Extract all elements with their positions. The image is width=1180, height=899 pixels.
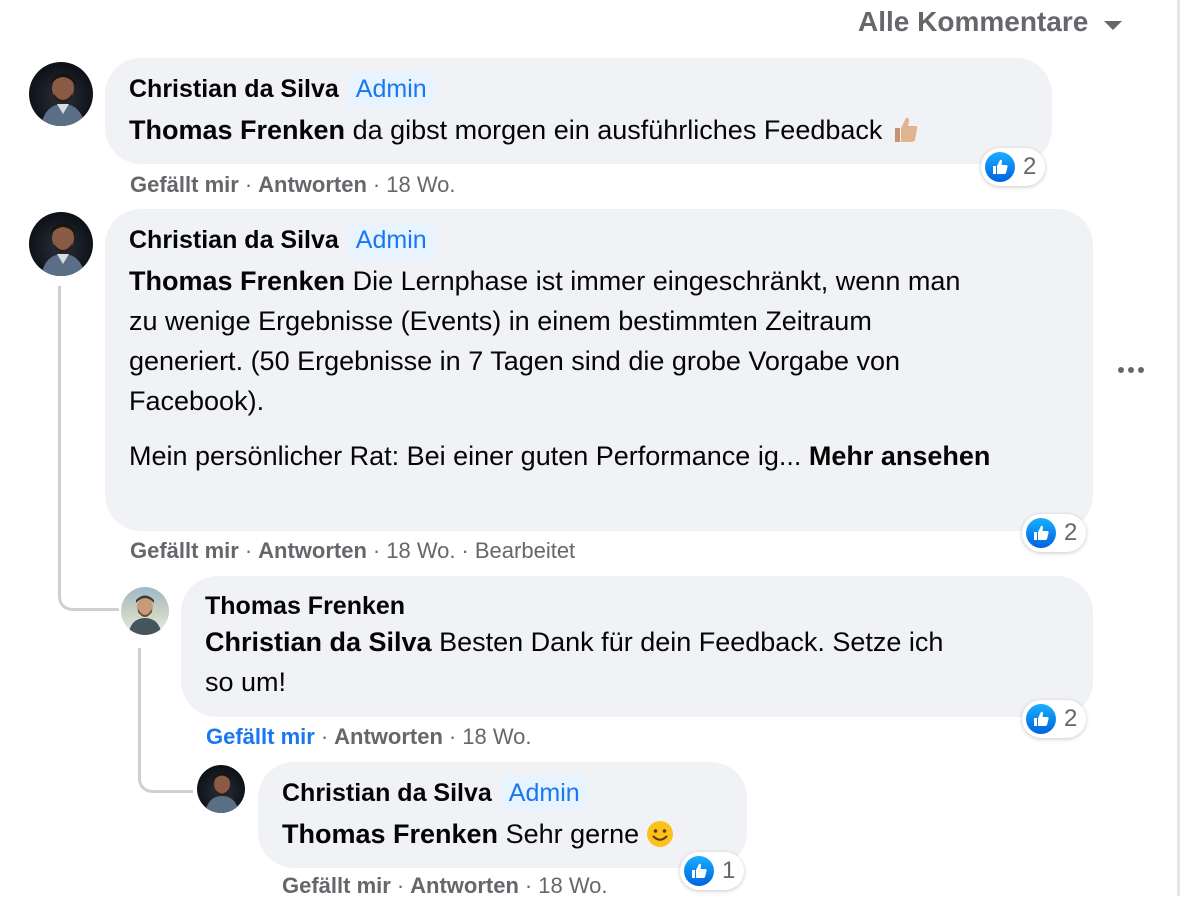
reaction-count: 2 [1023,153,1037,180]
more-options-icon[interactable] [1118,367,1144,373]
mention-link[interactable]: Thomas Frenken [282,819,498,849]
comment-text: Thomas Frenken Sehr gerne [282,814,675,860]
comment-body-line: so um! [205,667,287,697]
person-photo-icon [41,223,85,276]
comment-text: Christian da Silva Besten Dank für dein … [205,622,1085,702]
reply-button[interactable]: Antworten [258,538,367,563]
like-icon [1026,518,1056,548]
like-button[interactable]: Gefällt mir [130,172,239,197]
like-button[interactable]: Gefällt mir [282,873,391,898]
comment-text: Thomas Frenken da gibst morgen ein ausfü… [129,110,920,156]
person-photo-icon [128,595,162,635]
comment-body: Sehr gerne [505,819,640,849]
reaction-summary[interactable]: 2 [1022,700,1087,738]
comment-bubble: Thomas Frenken Christian da Silva Besten… [181,576,1093,717]
comment-body-line: generiert. (50 Ergebnisse in 7 Tagen sin… [129,346,901,376]
reply-button[interactable]: Antworten [410,873,519,898]
reaction-summary[interactable]: 2 [981,148,1046,186]
thread-line [58,286,61,558]
reply-button[interactable]: Antworten [334,724,443,749]
admin-badge: Admin [500,776,588,811]
comment-actions: Gefällt mir · Antworten · 18 Wo. [206,724,532,749]
comment-timestamp[interactable]: 18 Wo. [386,538,455,563]
comment-author[interactable]: Christian da Silva [129,75,339,104]
like-icon [684,856,714,886]
thread-connector [138,726,193,793]
comment-author[interactable]: Christian da Silva [282,779,492,808]
comment-timestamp[interactable]: 18 Wo. [538,873,607,898]
reply-button[interactable]: Antworten [258,172,367,197]
thread-line [138,648,141,728]
reaction-count: 1 [722,857,736,884]
comment-timestamp[interactable]: 18 Wo. [462,724,531,749]
reaction-count: 2 [1064,705,1078,732]
comment-sort-label: Alle Kommentare [858,6,1089,37]
comment-actions: Gefällt mir · Antworten · 18 Wo. [282,873,608,898]
admin-badge: Admin [347,72,435,107]
avatar[interactable] [29,62,93,126]
comment-author[interactable]: Christian da Silva [129,226,339,255]
reaction-count: 2 [1064,519,1078,546]
comment-body-paragraph: Mein persönlicher Rat: Bei einer guten P… [129,441,802,471]
like-icon [1026,704,1056,734]
avatar[interactable] [197,765,245,813]
like-icon [985,152,1015,182]
reaction-summary[interactable]: 1 [680,852,745,890]
comment-actions: Gefällt mir · Antworten · 18 Wo. [130,172,456,197]
comment-body-line: zu wenige Ergebnisse (Events) in einem b… [129,306,872,336]
comment-sort-dropdown[interactable]: Alle Kommentare [858,6,1123,38]
like-button[interactable]: Gefällt mir [130,538,239,563]
person-photo-icon [205,773,239,813]
edited-label: Bearbeitet [474,538,576,563]
comment-body-line: Die Lernphase ist immer eingeschränkt, w… [352,266,961,296]
comment-bubble: Christian da Silva Admin Thomas Frenken … [105,58,1052,164]
smiling-face-emoji-icon [645,819,675,860]
comment-author[interactable]: Thomas Frenken [205,592,405,621]
comment-timestamp[interactable]: 18 Wo. [386,172,455,197]
mention-link[interactable]: Christian da Silva [205,627,432,657]
comment-body-line: Facebook). [129,386,265,416]
reaction-summary[interactable]: 2 [1022,514,1087,552]
like-button[interactable]: Gefällt mir [206,724,315,749]
comment-text: Thomas Frenken Die Lernphase ist immer e… [129,261,1089,476]
mention-link[interactable]: Thomas Frenken [129,266,345,296]
mention-link[interactable]: Thomas Frenken [129,115,345,145]
comment-body: da gibst morgen ein ausführliches Feedba… [352,115,883,145]
avatar[interactable] [121,587,169,635]
chevron-down-icon [1104,20,1123,30]
thumbs-up-emoji-icon [890,115,920,156]
comment-bubble: Christian da Silva Admin Thomas Frenken … [258,762,747,868]
comment-bubble: Christian da Silva Admin Thomas Frenken … [105,209,1093,531]
comment-body-line: Besten Dank für dein Feedback. Setze ich [439,627,944,657]
comment-actions: Gefällt mir · Antworten · 18 Wo. · Bearbeitet [130,538,576,563]
admin-badge: Admin [347,223,435,258]
thread-connector [58,556,119,611]
see-more-link[interactable]: Mehr ansehen [809,441,991,471]
avatar[interactable] [29,212,93,276]
person-photo-icon [41,73,85,126]
